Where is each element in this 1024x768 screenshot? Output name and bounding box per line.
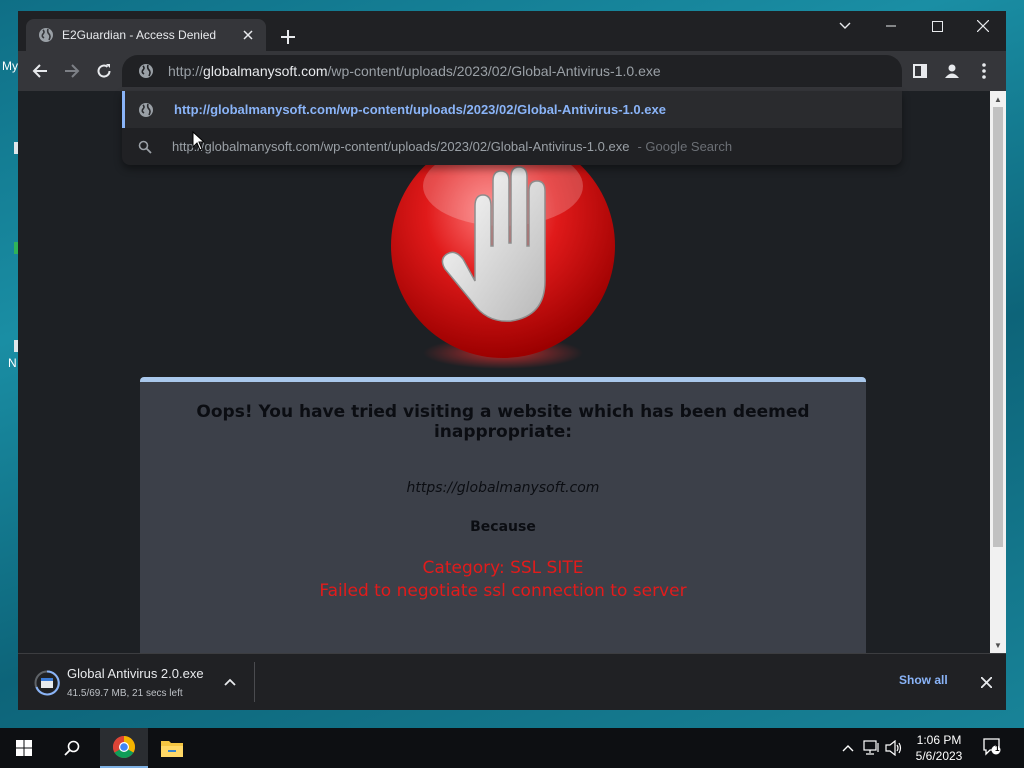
tab-active[interactable]: E2Guardian - Access Denied xyxy=(26,19,266,51)
suggestion-search[interactable]: http://globalmanysoft.com/wp-content/upl… xyxy=(122,128,902,165)
side-panel-icon[interactable] xyxy=(908,59,932,83)
block-reason-category: Category: SSL SITE xyxy=(422,558,584,578)
scroll-thumb[interactable] xyxy=(993,107,1003,547)
page-scrollbar[interactable]: ▲ ▼ xyxy=(990,91,1006,653)
blocked-url: https://globalmanysoft.com xyxy=(406,480,600,496)
search-icon xyxy=(138,140,152,154)
block-heading: Oops! You have tried visiting a website … xyxy=(196,402,810,442)
suggestion-suffix: - Google Search xyxy=(637,139,733,154)
scroll-down-arrow-icon[interactable]: ▼ xyxy=(990,637,1006,653)
chevron-up-icon[interactable] xyxy=(220,672,240,692)
download-separator xyxy=(254,662,255,702)
profile-icon[interactable] xyxy=(940,59,964,83)
scroll-up-arrow-icon[interactable]: ▲ xyxy=(990,91,1006,107)
globe-icon xyxy=(39,28,53,42)
search-icon xyxy=(64,740,80,756)
back-button[interactable] xyxy=(28,59,52,83)
omnibox-suggestions: http://globalmanysoft.com/wp-content/upl… xyxy=(122,91,902,165)
system-clock[interactable]: 1:06 PM 5/6/2023 xyxy=(906,732,972,764)
title-bar: E2Guardian - Access Denied xyxy=(18,11,1006,51)
because-label: Because xyxy=(470,519,536,535)
stop-hand-icon xyxy=(391,134,615,369)
suggestion-text: http://globalmanysoft.com/wp-content/upl… xyxy=(172,139,630,154)
close-download-bar-icon[interactable] xyxy=(976,672,996,692)
notification-count: 1 xyxy=(995,744,1000,753)
search-button[interactable] xyxy=(48,728,96,768)
volume-icon[interactable] xyxy=(884,738,904,758)
minimize-button[interactable] xyxy=(868,11,914,41)
forward-button[interactable] xyxy=(60,59,84,83)
globe-icon xyxy=(139,102,153,117)
download-bar: Global Antivirus 2.0.exe 41.5/69.7 MB, 2… xyxy=(18,653,1006,710)
address-host: globalmanysoft.com xyxy=(203,63,328,79)
close-window-button[interactable] xyxy=(960,11,1006,41)
taskbar-file-explorer[interactable] xyxy=(148,728,196,768)
menu-icon[interactable] xyxy=(972,59,996,83)
folder-icon xyxy=(161,741,183,757)
address-text[interactable]: http://globalmanysoft.com/wp-content/upl… xyxy=(168,63,661,79)
start-button[interactable] xyxy=(0,728,48,768)
new-tab-button[interactable] xyxy=(276,25,300,49)
tab-close-icon[interactable] xyxy=(240,27,256,43)
taskbar-chrome[interactable] xyxy=(100,728,148,768)
windows-icon xyxy=(16,740,32,756)
maximize-button[interactable] xyxy=(914,11,960,41)
download-progress-icon[interactable] xyxy=(34,670,60,696)
browser-window: E2Guardian - Access Denied http://global… xyxy=(18,11,1006,710)
network-icon[interactable] xyxy=(862,738,882,758)
chevron-up-icon[interactable] xyxy=(838,738,858,758)
clock-time: 1:06 PM xyxy=(916,733,962,747)
chrome-icon xyxy=(113,736,135,758)
download-status: 41.5/69.7 MB, 21 secs left xyxy=(67,688,183,699)
block-reason-detail: Failed to negotiate ssl connection to se… xyxy=(319,581,687,601)
block-message-panel: Oops! You have tried visiting a website … xyxy=(140,377,866,653)
address-path: /wp-content/uploads/2023/02/Global-Antiv… xyxy=(327,63,661,79)
address-bar[interactable]: http://globalmanysoft.com/wp-content/upl… xyxy=(122,55,902,87)
address-scheme: http:// xyxy=(168,63,204,79)
show-all-link[interactable]: Show all xyxy=(899,673,948,687)
taskbar: 1:06 PM 5/6/2023 1 xyxy=(0,728,1024,768)
toolbar: http://globalmanysoft.com/wp-content/upl… xyxy=(18,51,1006,91)
desktop-icon-label-my: My xyxy=(2,59,18,73)
tab-search-button[interactable] xyxy=(822,11,868,41)
suggestion-text: http://globalmanysoft.com/wp-content/upl… xyxy=(174,102,666,117)
mouse-cursor-icon xyxy=(192,131,206,151)
notification-center-icon[interactable]: 1 xyxy=(982,737,1002,757)
globe-icon xyxy=(139,64,153,78)
suggestion-url[interactable]: http://globalmanysoft.com/wp-content/upl… xyxy=(122,91,902,128)
reload-button[interactable] xyxy=(92,59,116,83)
desktop-icon-label-n: N xyxy=(8,356,17,370)
download-filename[interactable]: Global Antivirus 2.0.exe xyxy=(67,666,204,681)
tab-title: E2Guardian - Access Denied xyxy=(62,28,217,42)
page-content: Oops! You have tried visiting a website … xyxy=(18,91,990,653)
clock-date: 5/6/2023 xyxy=(915,749,963,763)
